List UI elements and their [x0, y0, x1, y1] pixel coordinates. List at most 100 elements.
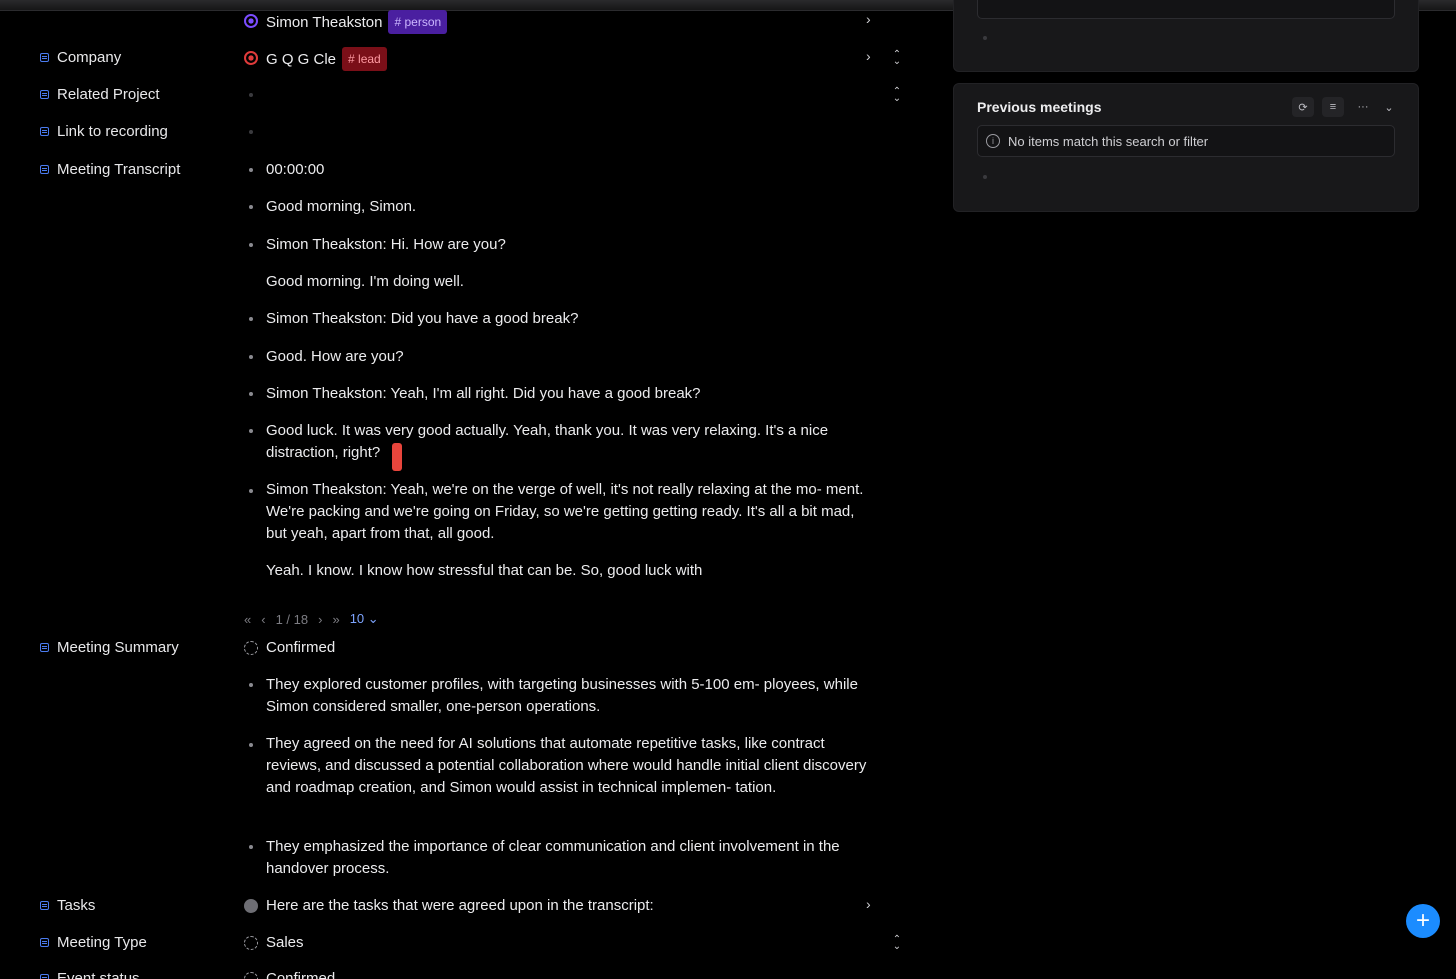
event-status-row[interactable]: Event status Confirmed [0, 968, 920, 979]
refresh-icon[interactable]: ⟳ [1292, 97, 1314, 117]
summary-property: Meeting Summary [40, 639, 179, 656]
tasks-label: Tasks [57, 897, 96, 914]
transcript-line[interactable]: Good. How are you? [266, 346, 876, 368]
property-icon [40, 974, 49, 979]
expand-collapse-icon[interactable]: ⌃ ⌄ [891, 50, 903, 67]
transcript-line[interactable]: Go​od morning, Simon. [266, 196, 876, 218]
transcript-row: Meeting Transcript 00:00:00 Go​od mornin… [0, 159, 920, 599]
company-row[interactable]: Company G Q G Cle # lead › ⌃ ⌄ [0, 47, 920, 71]
event-status-label: Event status [57, 970, 140, 979]
summary-line[interactable]: They emphasized the importance of clear … [266, 836, 876, 880]
filter-icon[interactable]: ≡ [1322, 97, 1344, 117]
transcript-line[interactable]: Yeah. I know. I know how stressful that … [266, 560, 876, 582]
chevron-right-icon[interactable]: › [866, 896, 871, 912]
person-icon [244, 14, 258, 28]
company-property: Company [40, 49, 121, 66]
add-button[interactable]: + [1406, 904, 1440, 938]
transcript-line[interactable]: 00:00:00 [266, 159, 876, 181]
collapse-icon[interactable]: ⌄ [1382, 97, 1396, 117]
transcript-label: Meeting Transcript [57, 161, 181, 178]
link-icon [40, 127, 49, 136]
meeting-type-row[interactable]: Meeting Type Sales ⌃ ⌄ [0, 932, 920, 954]
chevron-down-icon: ⌄ [367, 611, 379, 626]
bullet [249, 317, 253, 321]
related-project-row[interactable]: Related Project ⌃ ⌄ [0, 84, 920, 106]
bullet [249, 683, 253, 687]
recording-row[interactable]: Link to recording [0, 121, 920, 143]
company-label: Company [57, 49, 122, 66]
property-icon [40, 90, 49, 99]
tasks-property: Tasks [40, 897, 95, 914]
summary-line[interactable]: They explored customer profiles, with ta… [266, 674, 876, 718]
chevron-right-icon[interactable]: › [866, 48, 871, 64]
expand-collapse-icon[interactable]: ⌃ ⌄ [891, 935, 903, 952]
lead-tag[interactable]: # lead [342, 47, 387, 71]
recording-label: Link to recording [57, 123, 168, 140]
prev-page-button[interactable]: ‹ [261, 612, 265, 627]
transcript-line[interactable]: Simon Theakston: Yeah, I'm all right. Di… [266, 383, 876, 405]
next-page-button[interactable]: › [318, 612, 322, 627]
transcript-property: Meeting Transcript [40, 161, 180, 178]
meeting-type-property: Meeting Type [40, 934, 147, 951]
transcript-line[interactable]: Good luck. It was very good actually. Ye… [266, 420, 876, 464]
status-icon [244, 641, 258, 655]
page-indicator: 1 / 18 [275, 611, 309, 627]
tasks-value[interactable]: Here are the tasks that were agreed upon… [266, 895, 876, 917]
transcript-line[interactable]: Simon Theakston: Hi. How are you? [266, 234, 876, 256]
attendee-name: Simon Theakston [266, 14, 383, 31]
empty-state-text: No items match this search or filter [1008, 133, 1209, 149]
expand-collapse-icon[interactable]: ⌃ ⌄ [891, 87, 903, 104]
previous-meetings-title: Previous meetings [977, 99, 1102, 115]
bullet [249, 845, 253, 849]
company-value: G Q G Cle # lead [266, 47, 387, 71]
more-icon[interactable]: ··· [1352, 97, 1374, 117]
page-size-value: 10 [349, 611, 365, 626]
last-page-button[interactable]: » [332, 612, 339, 627]
empty-dot [983, 36, 987, 40]
bullet [249, 205, 253, 209]
panel-toolbar: ⟳ ≡ ··· ⌄ [1292, 97, 1396, 117]
related-project-property: Related Project [40, 86, 160, 103]
property-icon [40, 165, 49, 174]
empty-state-box: i No items match this search or filter [977, 125, 1395, 157]
upper-panel-box [977, 0, 1395, 19]
first-page-button[interactable]: « [244, 612, 251, 627]
info-icon: i [986, 134, 1000, 148]
attendee-row[interactable]: Simon Theakston # person › [0, 10, 920, 34]
summary-row: Meeting Summary Confirmed They explored … [0, 637, 920, 882]
page-size-select[interactable]: 10 ⌄ [350, 611, 379, 627]
bullet [249, 168, 253, 172]
event-status-property: Event status [40, 970, 140, 979]
bullet [249, 489, 253, 493]
property-icon [40, 938, 49, 947]
status-icon [244, 936, 258, 950]
empty-value-dot [249, 130, 253, 134]
person-tag[interactable]: # person [388, 10, 448, 34]
task-icon [244, 899, 258, 913]
event-status-value[interactable]: Confirmed [266, 968, 876, 979]
tasks-row[interactable]: Tasks Here are the tasks that were agree… [0, 895, 920, 917]
empty-value-dot [249, 93, 253, 97]
attendee-value: Simon Theakston # person [266, 10, 448, 34]
bullet [249, 243, 253, 247]
summary-line[interactable]: They agreed on the need for AI solutions… [266, 733, 876, 799]
meeting-type-value[interactable]: Sales [266, 932, 876, 954]
transcript-pager: « ‹ 1 / 18 › » 10 ⌄ [244, 611, 379, 627]
summary-status[interactable]: Confirmed [266, 637, 876, 659]
company-icon [244, 51, 258, 65]
summary-label: Meeting Summary [57, 639, 179, 656]
recording-property: Link to recording [40, 123, 168, 140]
previous-meetings-panel: Previous meetings ⟳ ≡ ··· ⌄ i No items m… [953, 83, 1419, 212]
bullet [249, 355, 253, 359]
transcript-line[interactable]: Simon Theakston: Did you have a good bre… [266, 308, 876, 330]
transcript-line[interactable]: Simon Theakston: Yeah, we're on the verg… [266, 479, 876, 545]
company-name: G Q G Cle [266, 51, 337, 68]
empty-dot [983, 175, 987, 179]
bullet [249, 429, 253, 433]
transcript-line[interactable]: Good morning. I'm doing well. [266, 271, 876, 293]
bullet [249, 392, 253, 396]
bullet [249, 743, 253, 747]
chevron-right-icon[interactable]: › [866, 11, 871, 27]
upper-panel [953, 0, 1419, 72]
property-icon [40, 643, 49, 652]
